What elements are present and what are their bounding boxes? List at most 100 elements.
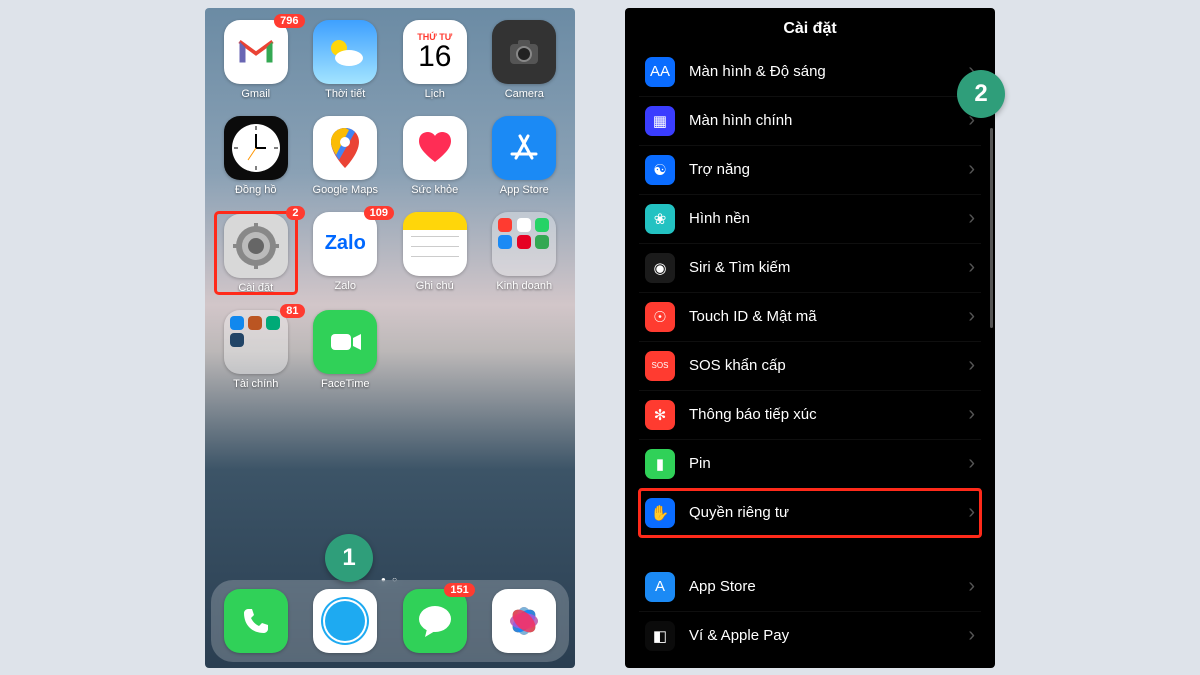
row-icon: A: [645, 572, 675, 602]
app-health[interactable]: Sức khỏe: [394, 116, 476, 196]
chevron-right-icon: ›: [968, 256, 975, 279]
app-label: Kinh doanh: [496, 280, 552, 292]
app-clock[interactable]: Đồng hồ: [215, 116, 297, 196]
app-label: Sức khỏe: [411, 184, 458, 196]
dock: 151: [211, 580, 569, 662]
app-label: Google Maps: [313, 184, 378, 196]
row-label: App Store: [689, 578, 968, 595]
scrollbar[interactable]: [990, 128, 993, 328]
settings-list[interactable]: AAMàn hình & Độ sáng› ▦ Màn hình chính › ☯ Tr…: [625, 48, 995, 537]
settings-row-v-apple-pay[interactable]: ◧ Ví & Apple Pay›: [639, 612, 981, 660]
notes-icon: [403, 212, 467, 276]
step-1-badge: 1: [325, 534, 373, 582]
chevron-right-icon: ›: [968, 624, 975, 647]
weather-icon: [313, 20, 377, 84]
app-appstore[interactable]: App Store: [484, 116, 566, 196]
row-label: Thông báo tiếp xúc: [689, 406, 968, 423]
row-label: Ví & Apple Pay: [689, 627, 968, 644]
row-icon: ▮: [645, 449, 675, 479]
folder-icon: [492, 212, 556, 276]
chevron-right-icon: ›: [968, 305, 975, 328]
app-facetime[interactable]: FaceTime: [305, 310, 387, 390]
row-label: Touch ID & Mật mã: [689, 308, 968, 325]
settings-icon: [224, 214, 288, 278]
calendar-day: 16: [418, 42, 451, 72]
settings-row-siri-t-m-ki-m[interactable]: ◉ Siri & Tìm kiếm›: [639, 244, 981, 293]
chevron-right-icon: ›: [968, 207, 975, 230]
calendar-icon: THỨ TƯ 16: [403, 20, 467, 84]
chevron-right-icon: ›: [968, 403, 975, 426]
chevron-right-icon: ›: [968, 452, 975, 475]
dock-photos[interactable]: [492, 589, 556, 653]
settings-screen: Cài đặt AAMàn hình & Độ sáng› ▦ Màn hình c…: [625, 8, 995, 668]
badge: 2: [286, 206, 304, 220]
app-gmail[interactable]: 796 Gmail: [215, 20, 297, 100]
settings-list-2[interactable]: AApp Store›◧Ví & Apple Pay›: [625, 563, 995, 660]
chevron-right-icon: ›: [968, 575, 975, 598]
app-label: FaceTime: [321, 378, 370, 390]
app-label: Camera: [505, 88, 544, 100]
settings-row-th-ng-b-o-ti-p-x-c[interactable]: ✻ Thông báo tiếp xúc›: [639, 391, 981, 440]
settings-row-pin[interactable]: ▮Pin›: [639, 440, 981, 489]
row-icon: SOS: [645, 351, 675, 381]
row-icon: ◉: [645, 253, 675, 283]
appstore-icon: [492, 116, 556, 180]
row-label: Màn hình & Độ sáng: [689, 63, 968, 80]
folder-business[interactable]: Kinh doanh: [484, 212, 566, 294]
folder-icon: [224, 310, 288, 374]
row-icon: ☯: [645, 155, 675, 185]
app-calendar[interactable]: THỨ TƯ 16 Lịch: [394, 20, 476, 100]
app-grid: 796 Gmail Thời tiết THỨ TƯ 16 Lịch Camer…: [205, 8, 575, 390]
facetime-icon: [313, 310, 377, 374]
row-label: SOS khẩn cấp: [689, 357, 968, 374]
dock-messages[interactable]: 151: [403, 589, 467, 653]
settings-row-quy-n-ri-ng-t-[interactable]: ✋Quyền riêng tư›: [639, 489, 981, 537]
camera-icon: [492, 20, 556, 84]
folder-finance[interactable]: 81 Tài chính: [215, 310, 297, 390]
row-icon: ▦: [645, 106, 675, 136]
home-screen: 796 Gmail Thời tiết THỨ TƯ 16 Lịch Camer…: [205, 8, 575, 668]
settings-title: Cài đặt: [625, 8, 995, 48]
app-settings[interactable]: 2 Cài đặt: [215, 212, 297, 294]
settings-row-tr-n-ng[interactable]: ☯ Trợ năng›: [639, 146, 981, 195]
app-label: App Store: [500, 184, 549, 196]
row-label: Màn hình chính: [689, 112, 968, 129]
gmail-icon: [224, 20, 288, 84]
zalo-icon: Zalo: [313, 212, 377, 276]
app-label: Cài đặt: [238, 282, 273, 294]
app-label: Lịch: [425, 88, 445, 100]
badge: 796: [274, 14, 304, 28]
clock-icon: [224, 116, 288, 180]
app-label: Tài chính: [233, 378, 278, 390]
settings-row-m-n-h-nh-s-ng[interactable]: AAMàn hình & Độ sáng›: [639, 48, 981, 97]
settings-row-app-store[interactable]: A App Store›: [639, 563, 981, 612]
row-label: Siri & Tìm kiếm: [689, 259, 968, 276]
settings-row-m-n-h-nh-ch-nh[interactable]: ▦Màn hình chính›: [639, 97, 981, 146]
app-label: Thời tiết: [325, 88, 365, 100]
app-notes[interactable]: Ghi chú: [394, 212, 476, 294]
app-label: Ghi chú: [416, 280, 454, 292]
row-label: Trợ năng: [689, 161, 968, 178]
settings-row-sos-kh-n-c-p[interactable]: SOS SOS khẩn cấp›: [639, 342, 981, 391]
chevron-right-icon: ›: [968, 158, 975, 181]
row-label: Hình nền: [689, 210, 968, 227]
app-label: Đồng hồ: [235, 184, 277, 196]
settings-row-touch-id-m-t-m-[interactable]: ☉ Touch ID & Mật mã›: [639, 293, 981, 342]
app-zalo[interactable]: Zalo 109 Zalo: [305, 212, 387, 294]
app-label: Zalo: [335, 280, 356, 292]
row-icon: ☉: [645, 302, 675, 332]
badge: 109: [364, 206, 394, 220]
row-icon: ❀: [645, 204, 675, 234]
settings-row-h-nh-n-n[interactable]: ❀ Hình nền›: [639, 195, 981, 244]
health-icon: [403, 116, 467, 180]
chevron-right-icon: ›: [968, 354, 975, 377]
badge: 151: [444, 583, 474, 597]
app-weather[interactable]: Thời tiết: [305, 20, 387, 100]
app-google-maps[interactable]: Google Maps: [305, 116, 387, 196]
step-2-badge: 2: [957, 70, 1005, 118]
app-camera[interactable]: Camera: [484, 20, 566, 100]
dock-phone[interactable]: [224, 589, 288, 653]
dock-safari[interactable]: [313, 589, 377, 653]
row-icon: ◧: [645, 621, 675, 651]
row-icon: ✻: [645, 400, 675, 430]
